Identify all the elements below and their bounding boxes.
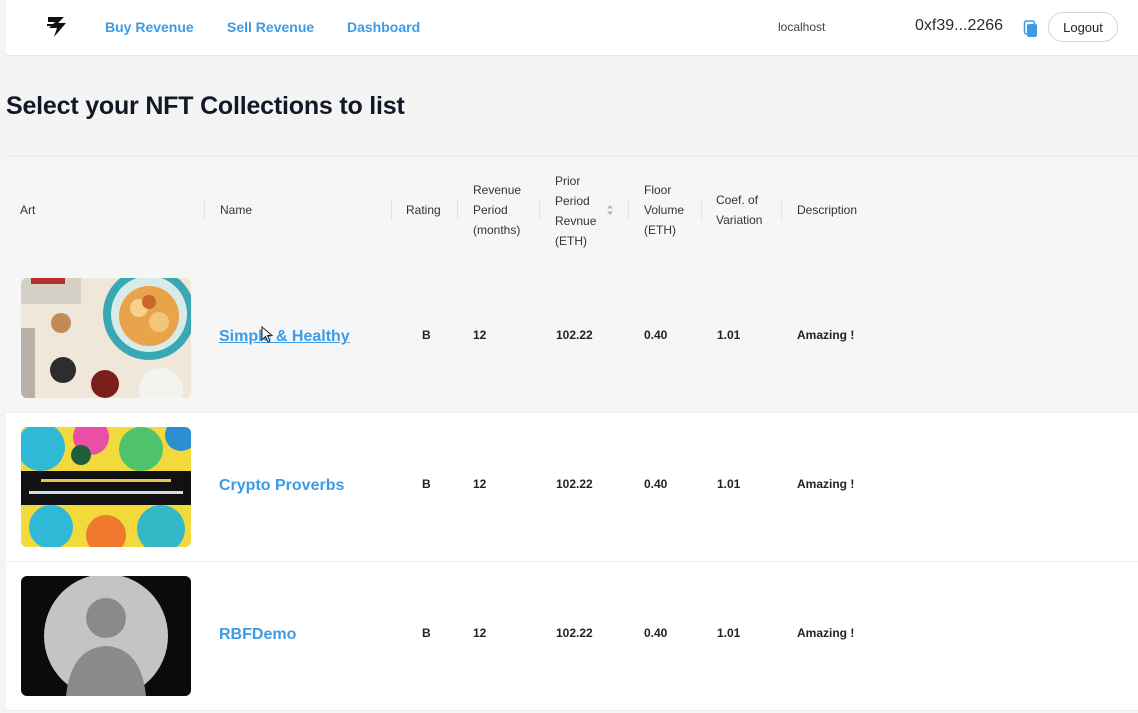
floor-volume-value: 0.40 <box>644 328 668 342</box>
top-navbar: Buy Revenue Sell Revenue Dashboard local… <box>6 0 1138 56</box>
header-revenue-period-line: Period <box>473 203 508 217</box>
coef-variation-value: 1.01 <box>717 626 741 640</box>
header-separator <box>204 199 205 221</box>
coef-variation-value: 1.01 <box>717 328 741 342</box>
logout-button[interactable]: Logout <box>1048 12 1118 42</box>
header-separator <box>391 199 392 221</box>
header-revenue-period: Revenue Period (months) <box>473 180 521 240</box>
sort-icon[interactable] <box>606 204 614 216</box>
header-prior-period-line: (ETH) <box>555 234 587 248</box>
revenue-period-value: 12 <box>473 477 487 491</box>
table-row: Simple & Healthy B 12 102.22 0.40 1.01 A… <box>6 264 1138 413</box>
floor-volume-value: 0.40 <box>644 626 668 640</box>
revenue-period-value: 12 <box>473 626 487 640</box>
collection-art-image <box>21 278 191 398</box>
mouse-pointer-icon <box>261 326 274 343</box>
header-prior-period-line: Revnue <box>555 214 597 228</box>
header-revenue-period-line: (months) <box>473 223 521 237</box>
wallet-address[interactable]: 0xf39...2266 <box>915 17 1003 35</box>
header-name: Name <box>220 203 253 217</box>
header-revenue-period-line: Revenue <box>473 183 522 197</box>
prior-period-value: 102.22 <box>556 328 593 342</box>
header-art: Art <box>20 203 36 217</box>
header-rating: Rating <box>406 203 441 217</box>
nav-dashboard-link[interactable]: Dashboard <box>347 19 420 35</box>
prior-period-value: 102.22 <box>556 477 593 491</box>
revenue-period-value: 12 <box>473 328 487 342</box>
table-row: RBFDemo B 12 102.22 0.40 1.01 Amazing ! <box>6 562 1138 711</box>
rating-value: B <box>422 477 431 491</box>
nav-buy-revenue-link[interactable]: Buy Revenue <box>105 19 194 35</box>
header-prior-period-line: Prior <box>555 174 581 188</box>
header-floor-volume-line: Volume <box>644 203 685 217</box>
header-floor-volume-line: (ETH) <box>644 223 676 237</box>
host-label: localhost <box>778 20 826 34</box>
table-header: Art Name Rating Revenue Period (months) … <box>6 156 1138 265</box>
collection-art-image <box>21 576 191 696</box>
header-separator <box>781 199 782 221</box>
header-separator <box>701 199 702 221</box>
header-coef-variation-line: Variation <box>716 213 763 227</box>
header-prior-period-line: Period <box>555 194 590 208</box>
description-value: Amazing ! <box>797 477 855 491</box>
floor-volume-value: 0.40 <box>644 477 668 491</box>
page-title: Select your NFT Collections to list <box>6 92 405 120</box>
rating-value: B <box>422 626 431 640</box>
header-floor-volume: Floor Volume (ETH) <box>644 180 684 240</box>
header-separator <box>539 199 540 221</box>
description-value: Amazing ! <box>797 328 855 342</box>
collection-name-link[interactable]: RBFDemo <box>219 626 296 644</box>
header-coef-variation: Coef. of Variation <box>716 190 762 230</box>
header-separator <box>457 199 458 221</box>
prior-period-value: 102.22 <box>556 626 593 640</box>
nft-collections-table: Art Name Rating Revenue Period (months) … <box>6 156 1138 713</box>
header-separator <box>628 199 629 221</box>
table-row: Crypto Proverbs B 12 102.22 0.40 1.01 Am… <box>6 413 1138 562</box>
copy-icon[interactable] <box>1023 20 1039 38</box>
rating-value: B <box>422 328 431 342</box>
header-prior-period[interactable]: Prior Period Revnue (ETH) <box>555 171 596 251</box>
collection-name-link[interactable]: Crypto Proverbs <box>219 477 344 495</box>
coef-variation-value: 1.01 <box>717 477 741 491</box>
header-description: Description <box>797 203 858 217</box>
nav-sell-revenue-link[interactable]: Sell Revenue <box>227 19 314 35</box>
collection-name-link[interactable]: Simple & Healthy <box>219 328 350 346</box>
collection-art-image <box>21 427 191 547</box>
description-value: Amazing ! <box>797 626 855 640</box>
header-coef-variation-line: Coef. of <box>716 193 759 207</box>
brand-logo-icon[interactable] <box>44 14 72 40</box>
header-floor-volume-line: Floor <box>644 183 672 197</box>
